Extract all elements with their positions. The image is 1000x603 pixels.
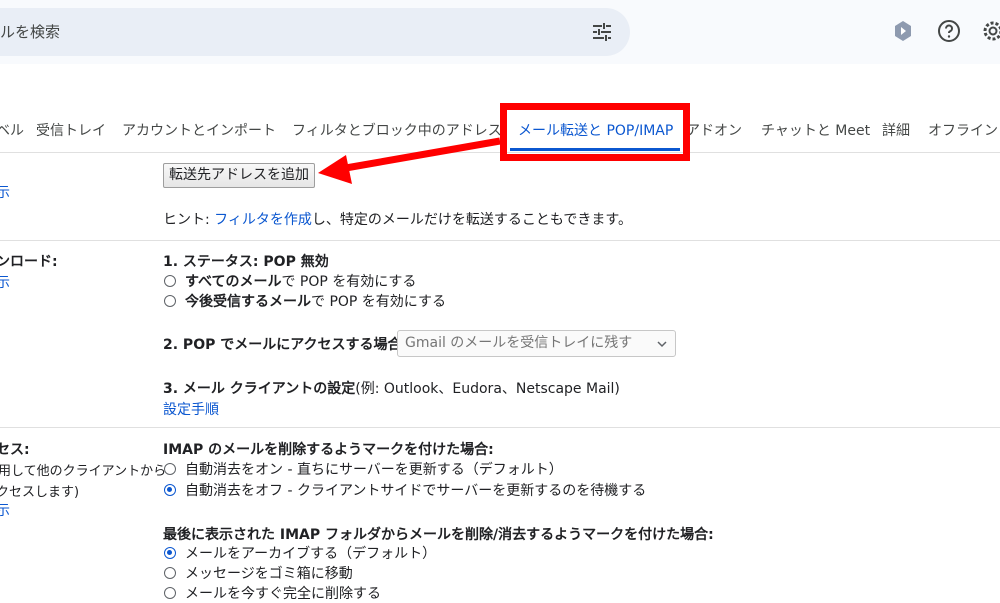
- create-filter-link[interactable]: フィルタを作成: [214, 212, 312, 228]
- expunge-off-radio[interactable]: [164, 484, 176, 496]
- pop-access-select[interactable]: Gmail のメールを受信トレイに残す: [397, 330, 676, 357]
- pop-all-mail-rest: で POP を有効にする: [281, 274, 417, 290]
- delete-forever-radio[interactable]: [164, 587, 176, 599]
- archive-radio[interactable]: [164, 547, 176, 559]
- pop-access-select-value: Gmail のメールを受信トレイに残す: [405, 335, 633, 351]
- expunge-off-label: 自動消去をオフ - クライアントサイドでサーバーを更新するのを待機する: [185, 483, 647, 499]
- tab-addons[interactable]: アドオン: [686, 116, 742, 152]
- imap-access-label: セス:: [0, 442, 30, 458]
- hint-suffix: し、特定のメールだけを転送することもできます。: [311, 212, 632, 228]
- delete-forever-label: メールを今すぐ完全に削除する: [185, 586, 381, 602]
- pop-client-config: 3. メール クライアントの設定(例: Outlook、Eudora、Netsc…: [163, 378, 620, 398]
- imap-desc-line1: 用して他のクライアントから: [0, 464, 167, 479]
- pop-client-note: (例: Outlook、Eudora、Netscape Mail): [355, 381, 620, 397]
- tab-chat-meet[interactable]: チャットと Meet: [761, 116, 870, 152]
- tab-filters-blocked[interactable]: フィルタとブロック中のアドレス: [292, 116, 502, 152]
- tab-labels[interactable]: ベル: [0, 116, 24, 152]
- pop-access-title: 2. POP でメールにアクセスする場合: [163, 337, 402, 353]
- imap-desc-line2: クセスします): [0, 485, 80, 500]
- pop-status-title: 1. ステータス: POP 無効: [163, 254, 329, 270]
- hint-prefix: ヒント:: [163, 212, 215, 228]
- search-input[interactable]: ルを検索: [0, 8, 60, 56]
- expunge-on-label: 自動消去をオン - 直ちにサーバーを更新する（デフォルト）: [185, 462, 563, 478]
- section-divider: [0, 427, 1000, 428]
- annotation-arrow: [318, 137, 501, 184]
- expunge-on-radio[interactable]: [164, 463, 176, 475]
- pop-future-mail-label: 今後受信するメールで POP を有効にする: [185, 291, 446, 311]
- pop-client-title: 3. メール クライアントの設定: [163, 381, 356, 397]
- pop-future-mail-rest: で POP を有効にする: [311, 294, 446, 310]
- settings-gear-icon[interactable]: [980, 18, 1000, 44]
- help-icon[interactable]: [936, 18, 962, 44]
- section-divider: [0, 240, 1000, 241]
- tab-advanced[interactable]: 詳細: [882, 116, 910, 152]
- tab-offline[interactable]: オフライン: [928, 116, 998, 152]
- imap-last-folder-title: 最後に表示された IMAP フォルダからメールを削除/消去するようマークを付けた…: [163, 527, 714, 543]
- add-forwarding-address-button[interactable]: 転送先アドレスを追加: [163, 163, 315, 188]
- chevron-down-icon: [657, 341, 667, 348]
- imap-learn-more-link[interactable]: 示: [0, 500, 10, 520]
- forwarding-learn-more-link[interactable]: 示: [0, 182, 10, 202]
- forwarding-hint: ヒント: フィルタを作成し、特定のメールだけを転送することもできます。: [163, 209, 632, 229]
- annotation-highlight-box: [500, 103, 690, 161]
- move-to-trash-radio[interactable]: [164, 567, 176, 579]
- pop-download-label: ンロード:: [0, 254, 58, 270]
- pop-setup-instructions-link[interactable]: 設定手順: [163, 399, 219, 419]
- tab-inbox[interactable]: 受信トレイ: [36, 116, 106, 152]
- tab-accounts-import[interactable]: アカウントとインポート: [122, 116, 276, 152]
- search-bar[interactable]: ルを検索: [0, 8, 630, 56]
- pop-learn-more-link[interactable]: 示: [0, 272, 10, 292]
- pop-future-mail-radio[interactable]: [164, 295, 176, 307]
- pop-future-mail-bold: 今後受信するメール: [185, 294, 311, 310]
- imap-delete-title: IMAP のメールを削除するようマークを付けた場合:: [163, 442, 494, 458]
- archive-label: メールをアーカイブする（デフォルト）: [185, 546, 437, 562]
- top-bar: ルを検索: [0, 0, 1000, 64]
- gemini-icon[interactable]: [890, 18, 916, 44]
- pop-all-mail-radio[interactable]: [164, 275, 176, 287]
- move-to-trash-label: メッセージをゴミ箱に移動: [185, 566, 353, 582]
- pop-all-mail-label: すべてのメールで POP を有効にする: [185, 271, 416, 291]
- search-options-icon[interactable]: [590, 20, 614, 44]
- pop-all-mail-bold: すべてのメール: [185, 274, 282, 290]
